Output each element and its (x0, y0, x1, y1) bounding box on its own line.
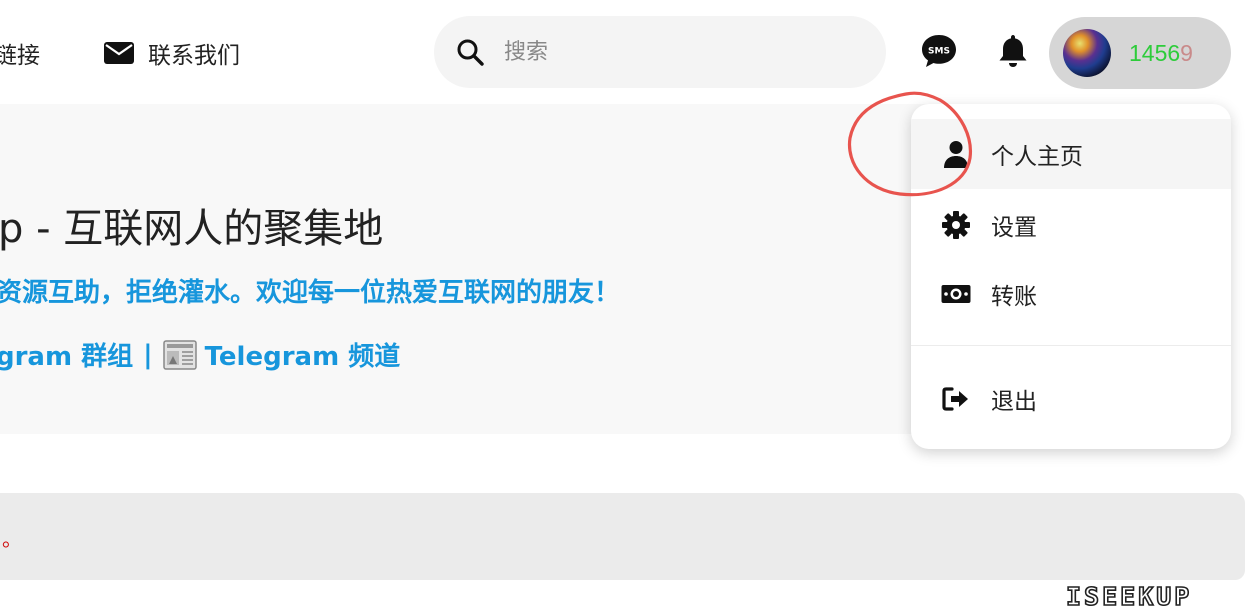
svg-text:SMS: SMS (928, 47, 950, 57)
user-menu-toggle[interactable]: 14569 (1049, 17, 1231, 89)
menu-item-label: 个人主页 (991, 144, 1083, 170)
menu-item-settings[interactable]: 设置 (911, 190, 1231, 260)
money-icon (941, 285, 971, 303)
menu-divider (911, 345, 1231, 346)
page-title: p - 互联网人的聚集地 (0, 206, 384, 252)
gear-icon (942, 211, 970, 239)
hero-links: gram 群组 | Telegram 频道 (0, 336, 400, 373)
search-icon[interactable] (456, 38, 484, 66)
hero-subtitle: 资源互助，拒绝灌水。欢迎每一位热爱互联网的朋友！ (0, 278, 621, 308)
user-icon (944, 141, 968, 168)
telegram-group-link[interactable]: gram 群组 (0, 336, 133, 373)
search-input[interactable] (502, 38, 866, 66)
menu-item-transfer[interactable]: 转账 (911, 259, 1231, 329)
watermark-logo: ISEEKUP (1065, 582, 1193, 611)
nav-link-friends[interactable]: 链接 (0, 36, 40, 70)
newspaper-icon (162, 339, 197, 370)
contact-label: 联系我们 (148, 43, 240, 69)
sms-icon[interactable]: SMS (920, 32, 958, 70)
hero-banner: p - 互联网人的聚集地 资源互助，拒绝灌水。欢迎每一位热爱互联网的朋友！ gr… (0, 104, 960, 434)
user-points: 14569 (1129, 39, 1193, 66)
menu-item-label: 转账 (991, 284, 1037, 310)
menu-item-label: 设置 (991, 215, 1037, 241)
user-dropdown-menu: 个人主页 设置 转账 退出 (911, 104, 1231, 449)
logout-icon (942, 387, 968, 411)
avatar[interactable] (1063, 29, 1111, 77)
telegram-channel-link[interactable]: Telegram 频道 (205, 336, 401, 373)
search-bar[interactable] (434, 16, 886, 88)
nav-link-contact[interactable]: 联系我们 (104, 36, 240, 70)
menu-item-logout[interactable]: 退出 (911, 364, 1231, 434)
notice-text: 。 (2, 527, 22, 551)
menu-item-profile[interactable]: 个人主页 (911, 119, 1231, 189)
menu-item-label: 退出 (991, 389, 1037, 415)
link-separator: | (143, 339, 153, 370)
bell-icon[interactable] (994, 32, 1032, 70)
notice-bar: 。 (0, 493, 1245, 580)
envelope-icon (104, 42, 134, 64)
